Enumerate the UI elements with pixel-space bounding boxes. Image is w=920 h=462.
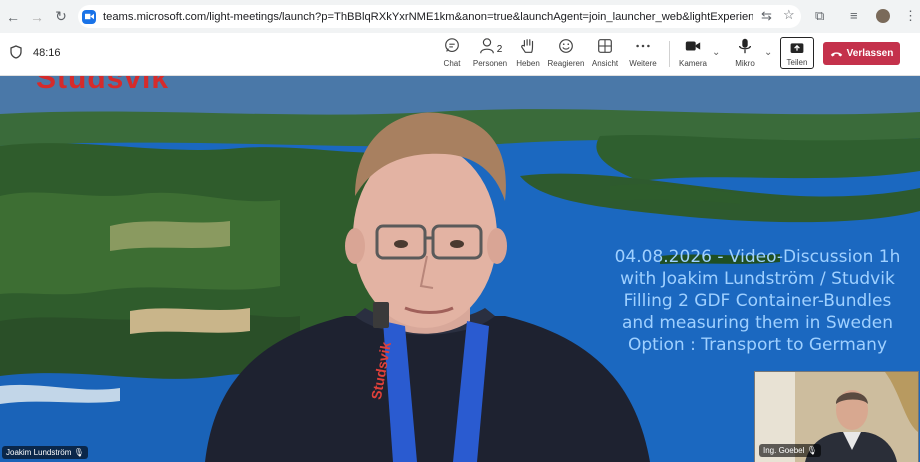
url-text: teams.microsoft.com/light-meetings/launc… [103,10,753,23]
caption-line: with Joakim Lundström / Studvik [620,269,895,289]
chat-button[interactable]: Chat [432,37,472,68]
camera-label: Kamera [678,59,707,68]
back-arrow-icon[interactable]: ← [2,6,24,28]
mic-small-icon: 🎙 [73,448,84,457]
browser-toolbar: ← → ↻ teams.microsoft.com/light-meetings… [0,0,920,33]
self-view-name: Ing. Goebel [763,446,805,455]
self-view-name-tag: Ing. Goebel 🎙 [759,444,821,457]
view-button[interactable]: Ansicht [585,37,625,68]
react-label: Reagieren [547,59,585,68]
people-button[interactable]: 2 Personen [470,37,510,68]
extensions-icon[interactable]: ⧉ [815,8,824,24]
hang-up-icon [830,51,842,56]
grid-view-icon [598,39,612,53]
caption-line: Filling 2 GDF Container-Bundles [623,291,892,311]
chat-icon [445,38,459,52]
mic-options-chevron-icon[interactable]: ⌄ [764,47,772,58]
microphone-icon [738,38,752,54]
people-count: 2 [496,44,503,55]
chat-label: Chat [443,59,461,68]
leave-label: Verlassen [846,48,894,59]
reload-icon[interactable]: ↻ [50,6,72,28]
teams-site-icon [82,9,96,24]
share-screen-icon [790,43,804,53]
meeting-timer: 48:16 [33,47,61,59]
caption-line: and measuring them in Sweden [621,313,894,333]
media-control-icon[interactable]: ≡ [850,8,858,23]
main-video-stage[interactable]: Studsvik Studsvik 04.08.2026 - Video-Dis… [0,76,920,462]
caption-line: 04.08.2026 - Video-Discussion 1h [614,247,901,267]
studsvik-logo: Studsvik [36,76,170,95]
camera-options-chevron-icon[interactable]: ⌄ [712,47,720,58]
raise-hand-button[interactable]: Heben [508,37,548,68]
shield-icon [10,45,22,64]
address-bar[interactable]: teams.microsoft.com/light-meetings/launc… [78,5,801,28]
raise-hand-label: Heben [516,59,540,68]
more-button[interactable]: Weitere [623,37,663,68]
hand-icon [521,39,534,53]
bookmark-star-icon[interactable]: ☆ [783,7,795,23]
more-label: Weitere [629,59,657,68]
people-icon [479,38,494,54]
mic-button[interactable]: Mikro [725,37,765,68]
meeting-toolbar: 48:16 Chat 2 Personen Heben Reagieren An… [0,33,920,76]
forward-arrow-icon[interactable]: → [26,6,48,28]
camera-button[interactable]: Kamera [673,37,713,68]
participant-name: Joakim Lundström [6,448,72,457]
browser-menu-icon[interactable]: ⋮ [904,8,917,24]
speaker-video [205,112,650,462]
translate-icon[interactable]: ⇆ [761,8,772,24]
smiley-icon [559,39,573,53]
people-label: Personen [472,59,508,68]
caption-line: Option : Transport to Germany [627,335,888,355]
share-label: Teilen [786,58,808,67]
view-label: Ansicht [591,59,619,68]
self-view-video[interactable]: Ing. Goebel 🎙 [754,371,919,462]
toolbar-divider [669,41,670,67]
profile-avatar[interactable] [876,9,890,23]
mic-small-icon: 🎙 [806,446,817,455]
more-dots-icon [636,44,650,48]
meeting-caption-overlay: 04.08.2026 - Video-Discussion 1h with Jo… [600,246,915,356]
camera-icon [685,41,701,51]
participant-name-tag: Joakim Lundström 🎙 [2,446,88,459]
leave-button[interactable]: Verlassen [823,42,900,65]
mic-label: Mikro [735,59,755,68]
share-button[interactable]: Teilen [780,37,814,69]
react-button[interactable]: Reagieren [546,37,586,68]
